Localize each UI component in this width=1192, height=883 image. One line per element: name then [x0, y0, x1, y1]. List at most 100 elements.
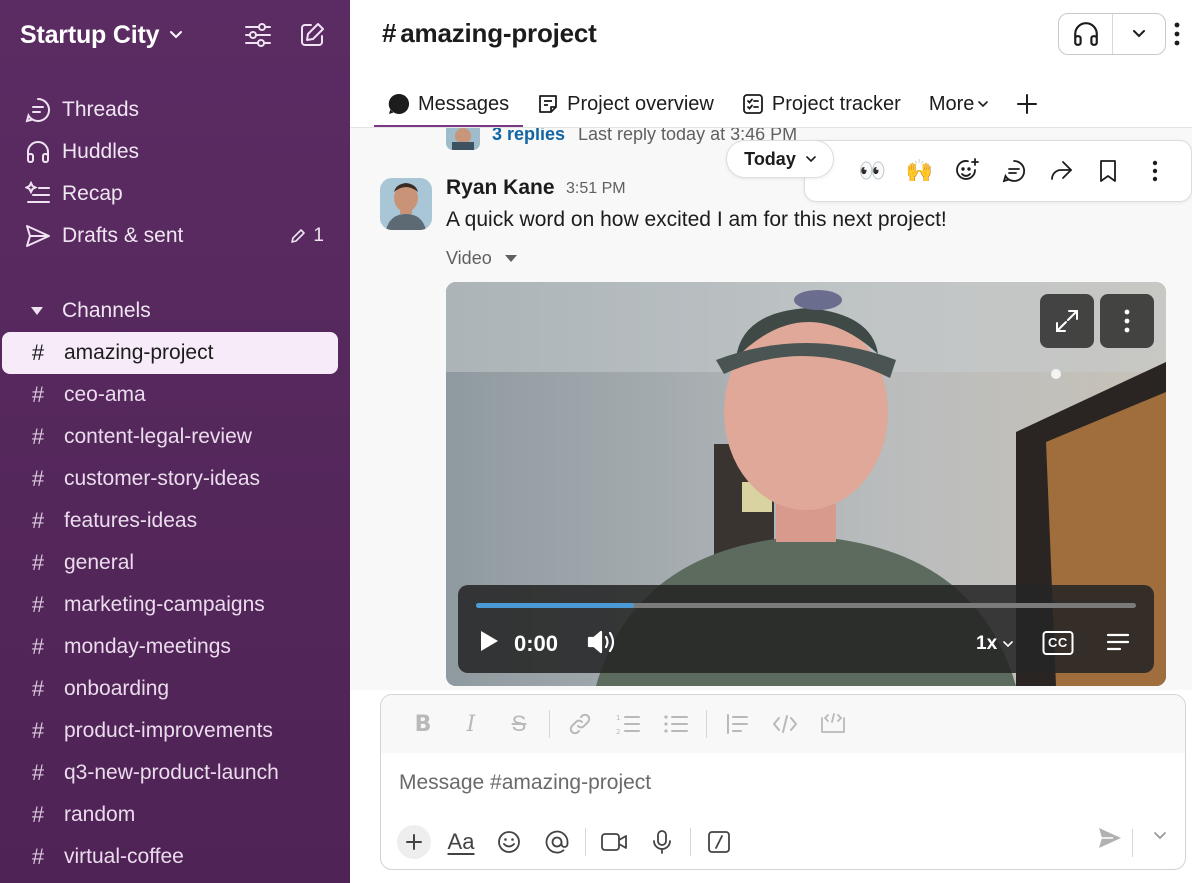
- blockquote-button[interactable]: [713, 704, 761, 744]
- add-tab-button[interactable]: [1002, 80, 1052, 128]
- sidebar-channel-customer-story-ideas[interactable]: # customer-story-ideas: [2, 458, 338, 500]
- channel-name: monday-meetings: [64, 635, 231, 658]
- shortcuts-button[interactable]: [695, 822, 743, 862]
- compose-icon[interactable]: [298, 21, 326, 49]
- save-for-later-button[interactable]: [1084, 151, 1131, 191]
- channels-section-header[interactable]: Channels: [0, 290, 350, 332]
- sidebar-item-huddles[interactable]: Huddles: [0, 131, 350, 173]
- video-progress-bar[interactable]: [476, 603, 1136, 608]
- send-options-button[interactable]: [1153, 831, 1167, 841]
- channels-section-label: Channels: [62, 299, 151, 322]
- sidebar-channel-ceo-ama[interactable]: # ceo-ama: [2, 374, 338, 416]
- sidebar-nav: Threads Huddles Recap Drafts & sent 1: [0, 89, 350, 257]
- sidebar-channel-amazing-project[interactable]: # amazing-project: [2, 332, 338, 374]
- ordered-list-button[interactable]: 12: [604, 704, 652, 744]
- record-audio-button[interactable]: [638, 822, 686, 862]
- tab-messages[interactable]: Messages: [374, 80, 524, 128]
- sidebar-channel-monday-meetings[interactable]: # monday-meetings: [2, 626, 338, 668]
- hash-icon: #: [31, 760, 45, 785]
- hash-icon: #: [31, 424, 45, 449]
- bulleted-list-button[interactable]: [652, 704, 700, 744]
- channel-name: amazing-project: [64, 341, 214, 364]
- tab-project-tracker[interactable]: Project tracker: [728, 80, 915, 128]
- send-button[interactable]: [1097, 825, 1123, 851]
- react-eyes-button[interactable]: 👀: [849, 151, 896, 191]
- formatting-toggle-button[interactable]: Aa: [437, 822, 485, 862]
- bold-button[interactable]: B: [399, 704, 447, 744]
- hash-icon: #: [31, 550, 45, 575]
- chevron-down-icon[interactable]: [169, 30, 183, 40]
- emoji-icon: [498, 831, 520, 853]
- fullscreen-button[interactable]: [1040, 294, 1094, 348]
- sidebar-item-drafts-sent[interactable]: Drafts & sent 1: [0, 215, 350, 257]
- message-composer: B I S 12 Message #amazing-project Aa: [380, 694, 1186, 870]
- sidebar-channel-onboarding[interactable]: # onboarding: [2, 668, 338, 710]
- sidebar-item-recap[interactable]: Recap: [0, 173, 350, 215]
- sidebar-channel-product-improvements[interactable]: # product-improvements: [2, 710, 338, 752]
- captions-button[interactable]: CC: [1042, 630, 1074, 656]
- transcript-button[interactable]: [1106, 632, 1130, 652]
- chevron-down-icon[interactable]: [1113, 29, 1165, 39]
- sidebar-channel-general[interactable]: # general: [2, 542, 338, 584]
- code-block-icon: [821, 713, 845, 733]
- hash-icon: #: [31, 844, 45, 869]
- caret-down-icon[interactable]: [30, 306, 44, 316]
- sidebar-item-threads[interactable]: Threads: [0, 89, 350, 131]
- sidebar-channel-q3-new-product-launch[interactable]: # q3-new-product-launch: [2, 752, 338, 794]
- emoji-button[interactable]: [485, 822, 533, 862]
- video-player[interactable]: 0:00 1x CC: [446, 282, 1166, 686]
- hash-icon: #: [31, 592, 45, 617]
- filter-settings-icon[interactable]: [244, 22, 272, 48]
- sidebar-channel-content-legal-review[interactable]: # content-legal-review: [2, 416, 338, 458]
- italic-button[interactable]: I: [447, 704, 495, 744]
- message-author[interactable]: Ryan Kane: [446, 176, 555, 200]
- captions-label: CC: [1048, 635, 1068, 650]
- link-button[interactable]: [556, 704, 604, 744]
- sidebar-item-label: Drafts & sent: [62, 224, 184, 247]
- react-raised-hands-button[interactable]: 🙌: [896, 151, 943, 191]
- more-actions-button[interactable]: [1131, 151, 1178, 191]
- day-divider-button[interactable]: Today: [726, 140, 834, 178]
- tab-more[interactable]: More: [915, 80, 1003, 128]
- channel-title[interactable]: # amazing-project: [382, 18, 597, 49]
- avatar[interactable]: [380, 178, 432, 230]
- tab-label: Project tracker: [771, 92, 901, 115]
- playback-speed-button[interactable]: 1x: [976, 633, 1013, 655]
- thread-replies-link[interactable]: 3 replies: [492, 128, 565, 145]
- channel-tabs: Messages Project overview Project tracke…: [374, 80, 1052, 128]
- sidebar-channel-marketing-campaigns[interactable]: # marketing-campaigns: [2, 584, 338, 626]
- video-camera-icon: [601, 833, 627, 851]
- reply-in-thread-button[interactable]: [990, 151, 1037, 191]
- channel-name: features-ideas: [64, 509, 198, 532]
- message-bubble-icon: [388, 93, 410, 115]
- sidebar-channel-random[interactable]: # random: [2, 794, 338, 836]
- volume-button[interactable]: [586, 629, 618, 655]
- code-block-button[interactable]: [809, 704, 857, 744]
- play-button[interactable]: [478, 629, 500, 653]
- forward-button[interactable]: [1037, 151, 1084, 191]
- code-button[interactable]: [761, 704, 809, 744]
- eyes-emoji: 👀: [858, 158, 887, 183]
- mention-button[interactable]: [533, 822, 581, 862]
- tab-label: Project overview: [567, 92, 714, 115]
- video-more-button[interactable]: [1100, 294, 1154, 348]
- sidebar-channel-virtual-coffee[interactable]: # virtual-coffee: [2, 836, 338, 878]
- add-reaction-button[interactable]: [943, 151, 990, 191]
- huddle-button[interactable]: [1058, 13, 1166, 55]
- sidebar-channel-features-ideas[interactable]: # features-ideas: [2, 500, 338, 542]
- message[interactable]: Ryan Kane 3:51 PM A quick word on how ex…: [350, 164, 1192, 690]
- volume-icon: [587, 630, 615, 654]
- channel-name: ceo-ama: [64, 383, 146, 406]
- workspace-name[interactable]: Startup City: [20, 21, 159, 50]
- attachment-toggle[interactable]: Video: [446, 248, 518, 269]
- headphones-icon[interactable]: [1059, 14, 1113, 54]
- tab-project-overview[interactable]: Project overview: [523, 80, 728, 128]
- message-input[interactable]: Message #amazing-project: [399, 771, 651, 795]
- channel-more-icon[interactable]: [1168, 20, 1186, 48]
- message-timestamp[interactable]: 3:51 PM: [566, 180, 626, 198]
- send-icon: [24, 222, 52, 250]
- attach-button[interactable]: [397, 825, 431, 859]
- strikethrough-button[interactable]: S: [495, 704, 543, 744]
- thread-reply-icon: [1002, 160, 1025, 183]
- record-video-button[interactable]: [590, 822, 638, 862]
